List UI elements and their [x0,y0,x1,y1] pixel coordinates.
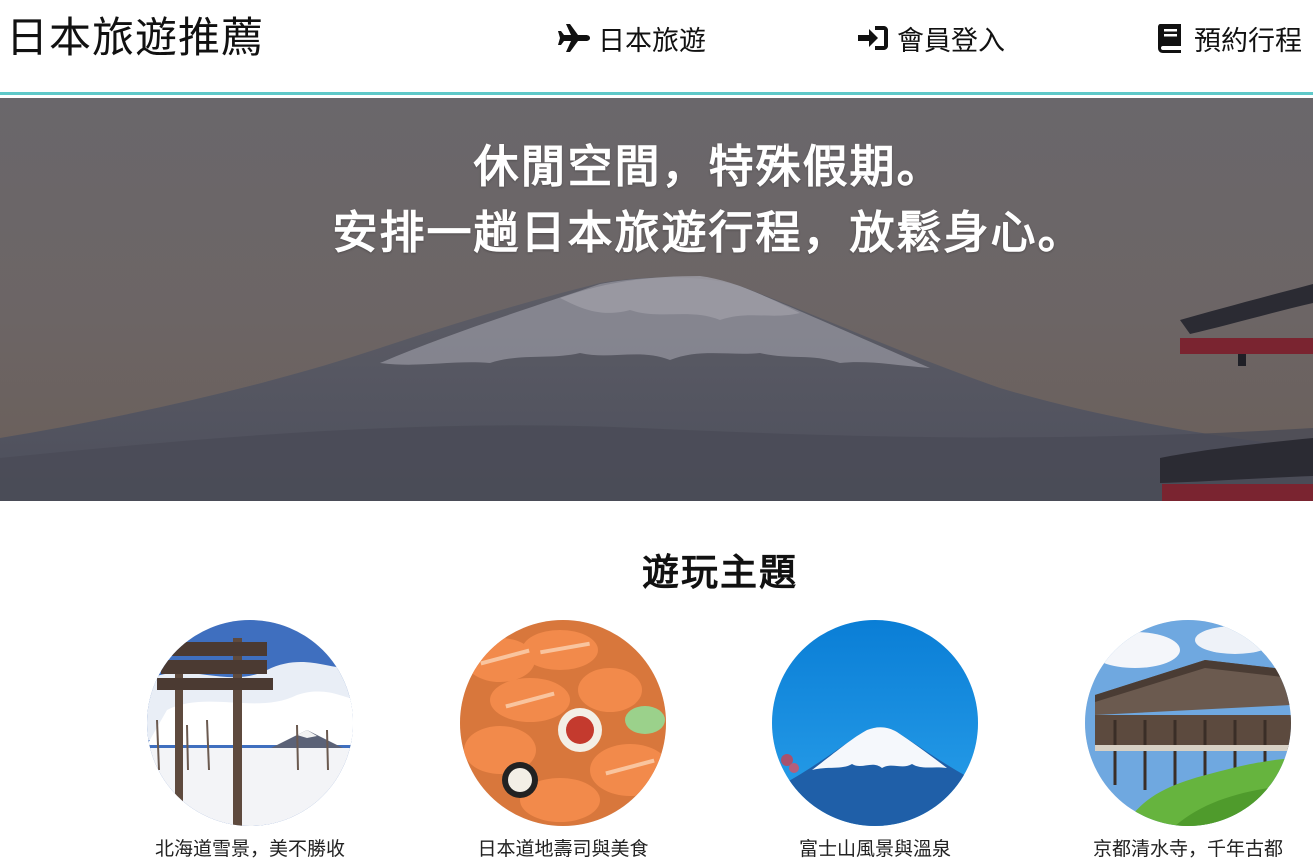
kiyomizu-temple-image[interactable] [1085,620,1291,826]
sushi-image[interactable] [460,620,666,826]
theme-card-sushi[interactable]: 日本道地壽司與美食 [433,620,693,861]
site-header: 日本旅遊推薦 日本旅遊 會員登入 預約行程 [0,0,1313,95]
book-icon [1152,22,1188,54]
theme-caption: 富士山風景與溫泉 [798,838,951,860]
nav-label: 日本旅遊 [598,25,706,57]
sign-in-icon [855,22,891,54]
hero-headline-1: 休閒空間，特殊假期。 [473,140,944,193]
hero-banner: 休閒空間，特殊假期。 安排一趟日本旅遊行程，放鬆身心。 [0,98,1313,501]
nav-item-member-login[interactable]: 會員登入 [855,18,1005,58]
theme-caption: 北海道雪景，美不勝收 [154,838,345,860]
mount-fuji-image[interactable] [772,620,978,826]
theme-card-kyoto[interactable]: 京都清水寺，千年古都 [1058,620,1313,861]
nav-label: 預約行程 [1194,25,1302,57]
theme-card-hokkaido[interactable]: 北海道雪景，美不勝收 [120,620,380,861]
plane-icon [556,22,592,54]
hokkaido-snow-image[interactable] [147,620,353,826]
nav-label: 會員登入 [897,25,1005,57]
nav-item-book-itinerary[interactable]: 預約行程 [1152,18,1302,58]
theme-caption: 日本道地壽司與美食 [477,838,649,860]
theme-caption: 京都清水寺，千年古都 [1092,838,1283,860]
nav-item-japan-travel[interactable]: 日本旅遊 [556,18,706,58]
hero-headline-2: 安排一趟日本旅遊行程，放鬆身心。 [332,206,1085,259]
themes-title: 遊玩主題 [642,551,798,594]
site-logo[interactable]: 日本旅遊推薦 [6,10,264,66]
theme-card-fuji[interactable]: 富士山風景與溫泉 [745,620,1005,861]
